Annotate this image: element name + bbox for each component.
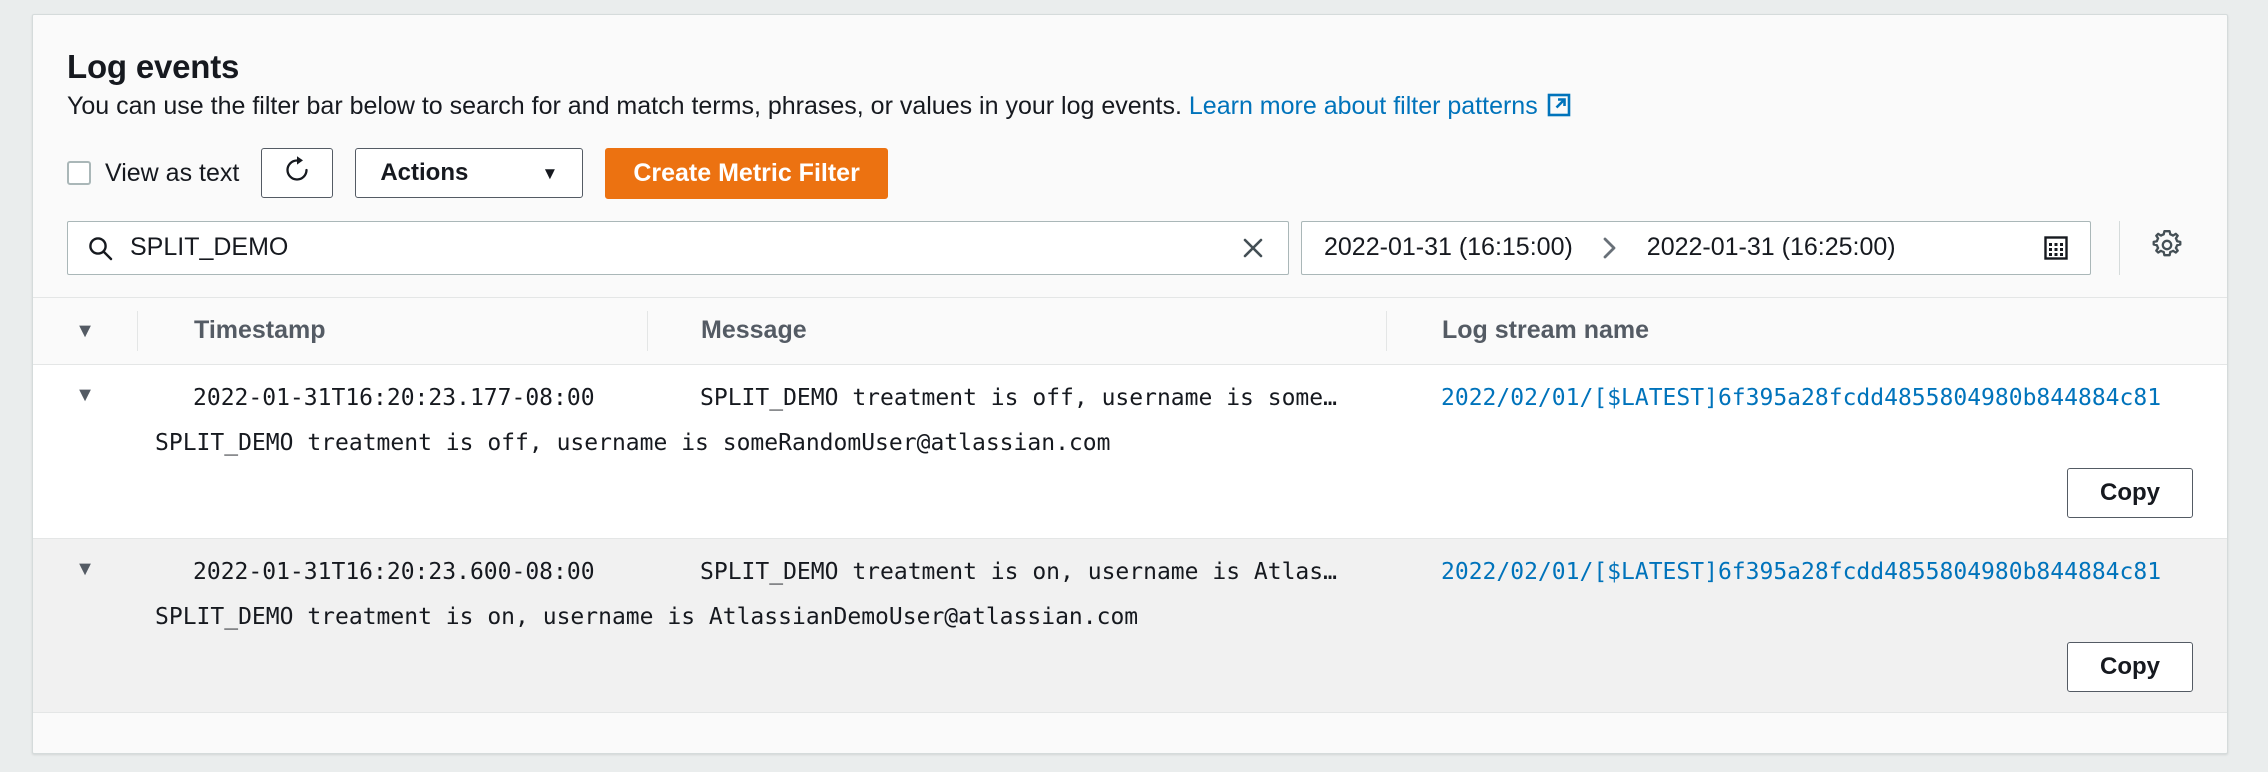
- row-expand-toggle[interactable]: ▼: [33, 385, 137, 405]
- actions-button[interactable]: Actions ▼: [355, 148, 584, 199]
- panel-description: You can use the filter bar below to sear…: [67, 91, 2193, 125]
- date-range-end[interactable]: 2022-01-31 (16:25:00): [1647, 233, 1896, 262]
- date-range-picker[interactable]: 2022-01-31 (16:15:00) 2022-01-31 (16:25:…: [1301, 220, 2091, 275]
- toolbar: View as text Actions ▼ Create Metric Fil…: [33, 126, 2227, 199]
- chevron-down-icon: ▼: [75, 319, 95, 342]
- view-as-text-checkbox[interactable]: [67, 161, 91, 186]
- actions-label: Actions: [380, 159, 469, 187]
- log-stream-link[interactable]: 2022/02/01/[$LATEST]6f395a28fcdd48558049…: [1441, 559, 2161, 585]
- log-events-table: ▼ Timestamp Message Log stream name ▼ 20…: [33, 296, 2227, 713]
- row-expand-toggle[interactable]: ▼: [33, 559, 137, 579]
- learn-more-link[interactable]: Learn more about filter patterns: [1189, 92, 1538, 120]
- row-actions: Copy: [33, 632, 2227, 712]
- panel-description-text: You can use the filter bar below to sear…: [67, 92, 1182, 121]
- refresh-button[interactable]: [261, 148, 334, 199]
- page-title: Log events: [67, 48, 240, 85]
- cell-timestamp: 2022-01-31T16:20:23.600-08:00: [193, 558, 595, 585]
- table-row: ▼ 2022-01-31T16:20:23.600-08:00 SPLIT_DE…: [33, 538, 2227, 713]
- column-header-log-stream-name[interactable]: Log stream name: [1386, 310, 2227, 351]
- chevron-right-icon: [1599, 235, 1621, 261]
- table-row: ▼ 2022-01-31T16:20:23.177-08:00 SPLIT_DE…: [33, 364, 2227, 539]
- chevron-down-icon: ▼: [75, 557, 95, 580]
- column-header-message[interactable]: Message: [647, 310, 1386, 351]
- copy-button[interactable]: Copy: [2067, 641, 2193, 692]
- search-icon: [86, 234, 114, 262]
- row-expanded-message: SPLIT_DEMO treatment is off, username is…: [155, 430, 1111, 457]
- copy-button[interactable]: Copy: [2067, 467, 2193, 518]
- filter-bar: SPLIT_DEMO 2022-01-31 (16:15:00) 2022-01…: [33, 199, 2227, 275]
- close-icon[interactable]: [1232, 233, 1274, 263]
- table-header-row: ▼ Timestamp Message Log stream name: [33, 297, 2227, 365]
- view-as-text-label: View as text: [105, 158, 240, 187]
- table-row-summary: ▼ 2022-01-31T16:20:23.600-08:00 SPLIT_DE…: [33, 539, 2227, 587]
- column-header-timestamp[interactable]: Timestamp: [137, 310, 647, 351]
- row-expanded-message: SPLIT_DEMO treatment is on, username is …: [155, 604, 1139, 631]
- table-row-summary: ▼ 2022-01-31T16:20:23.177-08:00 SPLIT_DE…: [33, 365, 2227, 413]
- search-input[interactable]: SPLIT_DEMO: [67, 220, 1289, 275]
- panel-header: Log events You can use the filter bar be…: [33, 15, 2227, 126]
- settings-button[interactable]: [2119, 220, 2184, 275]
- search-input-value[interactable]: SPLIT_DEMO: [130, 233, 1232, 262]
- row-actions: Copy: [33, 458, 2227, 538]
- external-link-icon[interactable]: [1547, 93, 1571, 125]
- expand-all-toggle[interactable]: ▼: [33, 321, 137, 341]
- log-events-panel: Log events You can use the filter bar be…: [32, 14, 2228, 754]
- create-metric-filter-button[interactable]: Create Metric Filter: [605, 147, 888, 199]
- page-root: Log events You can use the filter bar be…: [0, 0, 2268, 772]
- gear-icon: [2150, 228, 2184, 267]
- view-as-text-checkbox-group[interactable]: View as text: [67, 159, 239, 188]
- refresh-icon: [281, 154, 313, 193]
- cell-log-stream-name: 2022/02/01/[$LATEST]6f395a28fcdd48558049…: [1386, 559, 2227, 587]
- chevron-down-icon: ▼: [75, 383, 95, 406]
- chevron-down-icon: ▼: [541, 163, 559, 183]
- date-range-start[interactable]: 2022-01-31 (16:15:00): [1324, 233, 1573, 262]
- calendar-icon[interactable]: [2042, 234, 2070, 262]
- cell-message: SPLIT_DEMO treatment is on, username is …: [700, 558, 1337, 585]
- log-stream-link[interactable]: 2022/02/01/[$LATEST]6f395a28fcdd48558049…: [1441, 385, 2161, 411]
- cell-log-stream-name: 2022/02/01/[$LATEST]6f395a28fcdd48558049…: [1386, 385, 2227, 413]
- cell-message: SPLIT_DEMO treatment is off, username is…: [700, 384, 1337, 411]
- cell-timestamp: 2022-01-31T16:20:23.177-08:00: [193, 384, 595, 411]
